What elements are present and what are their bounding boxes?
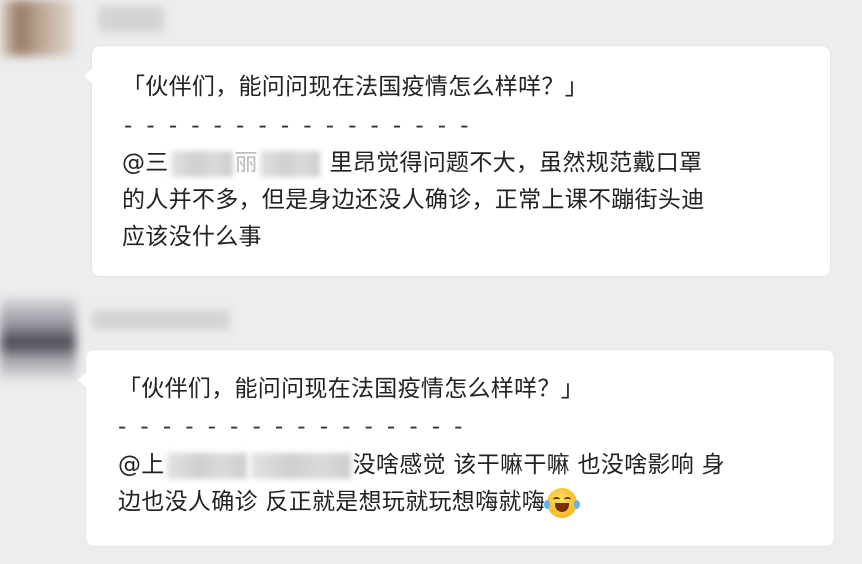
mention[interactable]: @三 xyxy=(122,150,169,176)
reply-line: @三 丽 里昂觉得问题不大，虽然规范戴口罩 xyxy=(122,148,702,178)
quote-divider: - - - - - - - - - - - - - - - - xyxy=(124,113,472,139)
reply-line: @上 没啥感觉 该干嘛干嘛 也没啥影响 身 xyxy=(118,450,725,480)
sender-name-redacted xyxy=(98,6,164,32)
message-bubble[interactable]: 「伙伴们，能问问现在法国疫情怎么样咩？」 - - - - - - - - - -… xyxy=(78,350,834,546)
face-with-tears-of-joy-icon xyxy=(544,487,581,518)
reply-text: 没啥感觉 该干嘛干嘛 也没啥影响 身 xyxy=(352,452,725,478)
redacted-name xyxy=(250,452,351,479)
quoted-text: 「伙伴们，能问问现在法国疫情怎么样咩？」 xyxy=(122,74,588,100)
chat-message-1: 「伙伴们，能问问现在法国疫情怎么样咩？」 - - - - - - - - - -… xyxy=(0,0,862,290)
message-bubble[interactable]: 「伙伴们，能问问现在法国疫情怎么样咩？」 - - - - - - - - - -… xyxy=(84,46,830,276)
reply-line: 的人并不多，但是身边还没人确诊，正常上课不蹦街头迪 xyxy=(122,187,705,213)
sender-name-redacted xyxy=(92,310,230,330)
reply-text: 里昂觉得问题不大，虽然规范戴口罩 xyxy=(329,150,703,176)
redacted-name xyxy=(259,150,320,177)
mention[interactable]: @上 xyxy=(118,452,165,478)
avatar[interactable] xyxy=(2,0,74,56)
reply-text: 边也没人确诊 反正就是想玩就玩想嗨就嗨 xyxy=(118,489,546,515)
avatar[interactable] xyxy=(0,298,76,380)
quoted-text: 「伙伴们，能问问现在法国疫情怎么样咩？」 xyxy=(118,376,584,402)
mention-fragment: 丽 xyxy=(234,150,258,176)
reply-line: 应该没什么事 xyxy=(122,224,262,250)
redacted-name xyxy=(166,452,247,479)
quote-divider: - - - - - - - - - - - - - - - - xyxy=(118,414,466,440)
chat-message-2: 「伙伴们，能问问现在法国疫情怎么样咩？」 - - - - - - - - - -… xyxy=(0,296,862,564)
reply-line: 边也没人确诊 反正就是想玩就玩想嗨就嗨 xyxy=(118,487,581,518)
redacted-name xyxy=(170,150,233,177)
